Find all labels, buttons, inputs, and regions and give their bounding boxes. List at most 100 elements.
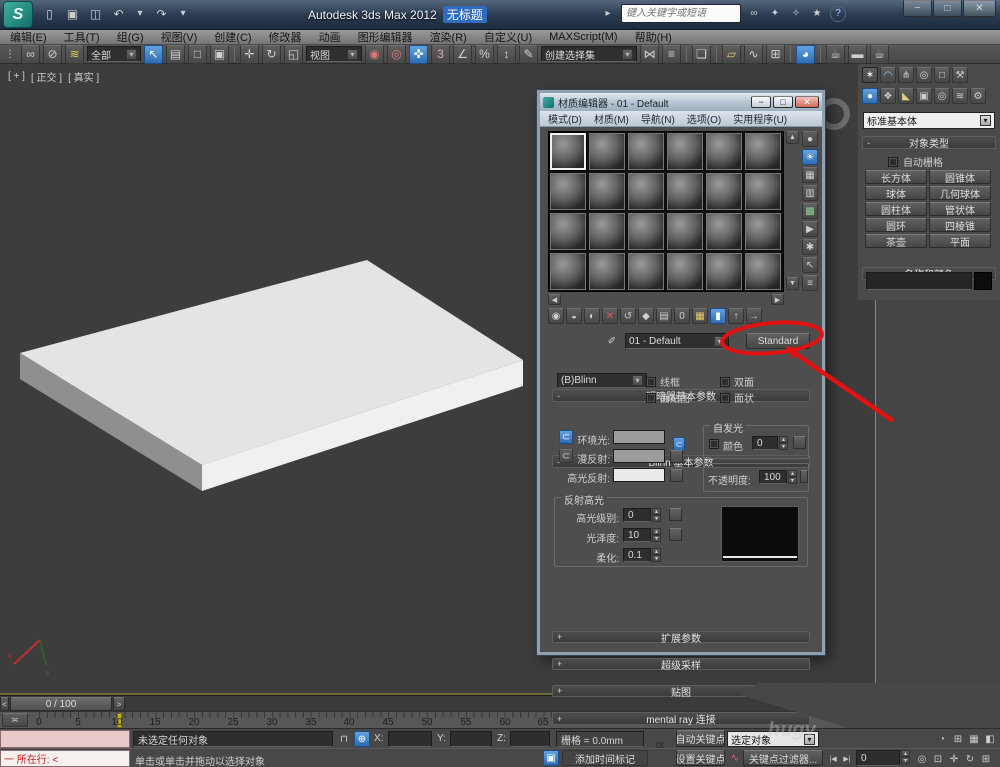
material-sample-slot[interactable] [705,132,743,171]
selection-lock-icon[interactable]: ⊓ [336,731,352,747]
toolbar-handle[interactable]: ⋮ [2,46,18,62]
minimize-button[interactable]: − [903,0,932,17]
snap-toggle-3d-icon[interactable]: 3 [431,45,450,64]
schematic-view-icon[interactable]: ⊞ [766,45,785,64]
category-shapes-icon[interactable]: ❖ [880,88,896,104]
orbit-view-icon[interactable]: ↻ [962,751,978,767]
go-to-parent-icon[interactable]: ↑ [728,308,744,324]
menu-tools[interactable]: 工具(T) [64,29,100,45]
menu-modifiers[interactable]: 修改器 [269,29,302,45]
geosphere-button[interactable]: 几何球体 [929,186,991,200]
nav-icon-3[interactable]: ▦ [966,731,982,747]
frame-spinner[interactable]: ▴▾ [901,750,910,764]
track-bar[interactable]: ≍ 0 5 10 15 20 25 30 35 40 45 50 55 60 6… [0,711,1000,728]
diffuse-map-button[interactable] [670,450,683,463]
maxscript-mini-listener-white[interactable]: 一 所在行: < [0,750,130,767]
keyboard-override-icon[interactable]: ✎ [519,45,538,64]
glossiness-map-button[interactable] [669,528,682,541]
ambient-diffuse-map-lock-icon[interactable]: ⊂ [673,437,685,451]
toggle-container-icon[interactable]: ▱ [722,45,741,64]
new-file-icon[interactable]: ▯ [40,4,59,23]
menu-help[interactable]: 帮助(H) [635,29,672,45]
make-unique-icon[interactable]: ↺ [620,308,636,324]
cylinder-button[interactable]: 圆柱体 [865,202,927,216]
menu-maxscript[interactable]: MAXScript(M) [549,31,617,43]
material-type-button[interactable]: Standard [746,333,810,349]
category-lights-icon[interactable]: ◣ [898,88,914,104]
menu-edit[interactable]: 编辑(E) [10,29,47,45]
zoom-region-icon[interactable]: ◎ [914,751,930,767]
previous-key-icon[interactable]: |◀ [826,751,840,767]
specular-map-button[interactable] [670,469,683,482]
diffuse-color-swatch[interactable] [613,449,665,463]
undo-dropdown-icon[interactable]: ▾ [132,6,148,22]
plane-button[interactable]: 平面 [929,234,991,248]
slots-scroll-left-icon[interactable]: ◀ [548,294,561,305]
communication-icon[interactable]: ✧ [788,6,804,22]
window-crossing-icon[interactable]: ▣ [210,45,229,64]
save-file-icon[interactable]: ◫ [86,4,105,23]
self-illum-map-button[interactable] [793,436,806,449]
torus-button[interactable]: 圆环 [865,218,927,232]
chevron-down-icon[interactable]: ▾ [347,49,358,60]
chevron-down-icon[interactable]: ▾ [714,336,725,347]
put-material-to-scene-icon[interactable]: ◒ [566,308,582,324]
chevron-down-icon[interactable]: ▾ [622,49,633,60]
me-close-button[interactable]: ✕ [795,96,819,108]
face-map-checkbox[interactable] [646,393,656,403]
open-file-icon[interactable]: ▣ [63,4,82,23]
material-sample-slot[interactable] [588,252,626,291]
set-keys-big-icon[interactable]: ∝ [650,734,670,756]
current-frame-field[interactable]: 0 [856,750,900,766]
select-and-manipulate-icon[interactable]: ✜ [409,45,428,64]
slots-scroll-right-icon[interactable]: ▶ [771,294,784,305]
key-filters-button[interactable]: 关键点过滤器... [743,750,823,766]
object-name-field[interactable] [866,272,972,290]
pick-material-from-object-icon[interactable]: ✐ [604,333,620,349]
rectangular-selection-icon[interactable]: □ [188,45,207,64]
chevron-down-icon[interactable]: ▾ [632,375,643,386]
tab-display[interactable]: □ [934,67,950,83]
time-slider-handle[interactable]: 0 / 100 [10,697,112,711]
maps-rollout[interactable]: +贴图 [552,685,810,697]
material-sample-slot[interactable] [744,132,782,171]
opacity-value-field[interactable]: 100 [759,470,787,484]
faceted-checkbox[interactable] [720,393,730,403]
qat-more-icon[interactable]: ▾ [175,6,191,22]
material-sample-slot[interactable] [666,252,704,291]
show-map-in-viewport-icon[interactable]: ▦ [692,308,708,324]
menu-views[interactable]: 视图(V) [161,29,198,45]
me-menu-material[interactable]: 材质(M) [594,111,629,126]
two-sided-checkbox[interactable] [720,377,730,387]
time-slider-next-icon[interactable]: > [113,697,125,711]
self-illum-spinner[interactable]: ▴▾ [779,436,788,450]
material-id-icon[interactable]: 0 [674,308,690,324]
maximize-button[interactable]: □ [933,0,962,17]
opacity-spinner[interactable]: ▴▾ [788,470,797,484]
material-sample-slot[interactable] [549,212,587,251]
specular-color-swatch[interactable] [613,468,665,482]
time-slider-prev-icon[interactable]: < [0,697,9,711]
glossiness-field[interactable]: 10 [623,528,651,542]
unlink-selection-icon[interactable]: ⊘ [43,45,62,64]
category-helpers-icon[interactable]: ◎ [934,88,950,104]
menu-group[interactable]: 组(G) [117,29,144,45]
absolute-mode-icon[interactable]: ⊕ [354,731,370,747]
me-menu-modes[interactable]: 模式(D) [548,111,582,126]
material-sample-slot[interactable] [627,172,665,211]
redo-icon[interactable]: ↷ [152,4,171,23]
self-illum-color-checkbox[interactable] [709,439,719,449]
mirror-icon[interactable]: ⋈ [640,45,659,64]
menu-animation[interactable]: 动画 [319,29,341,45]
material-sample-slot[interactable] [588,132,626,171]
tab-utilities[interactable]: ⚒ [952,67,968,83]
autogrid-checkbox[interactable] [888,157,898,167]
ambient-color-swatch[interactable] [613,430,665,444]
select-by-material-icon[interactable]: ↖ [802,257,818,273]
angle-snap-icon[interactable]: ∠ [453,45,472,64]
z-coordinate-field[interactable] [510,731,550,747]
box-button[interactable]: 长方体 [865,170,927,184]
put-to-library-icon[interactable]: ◆ [638,308,654,324]
material-sample-slot[interactable] [627,132,665,171]
search-binoculars-icon[interactable]: ∞ [746,6,762,22]
